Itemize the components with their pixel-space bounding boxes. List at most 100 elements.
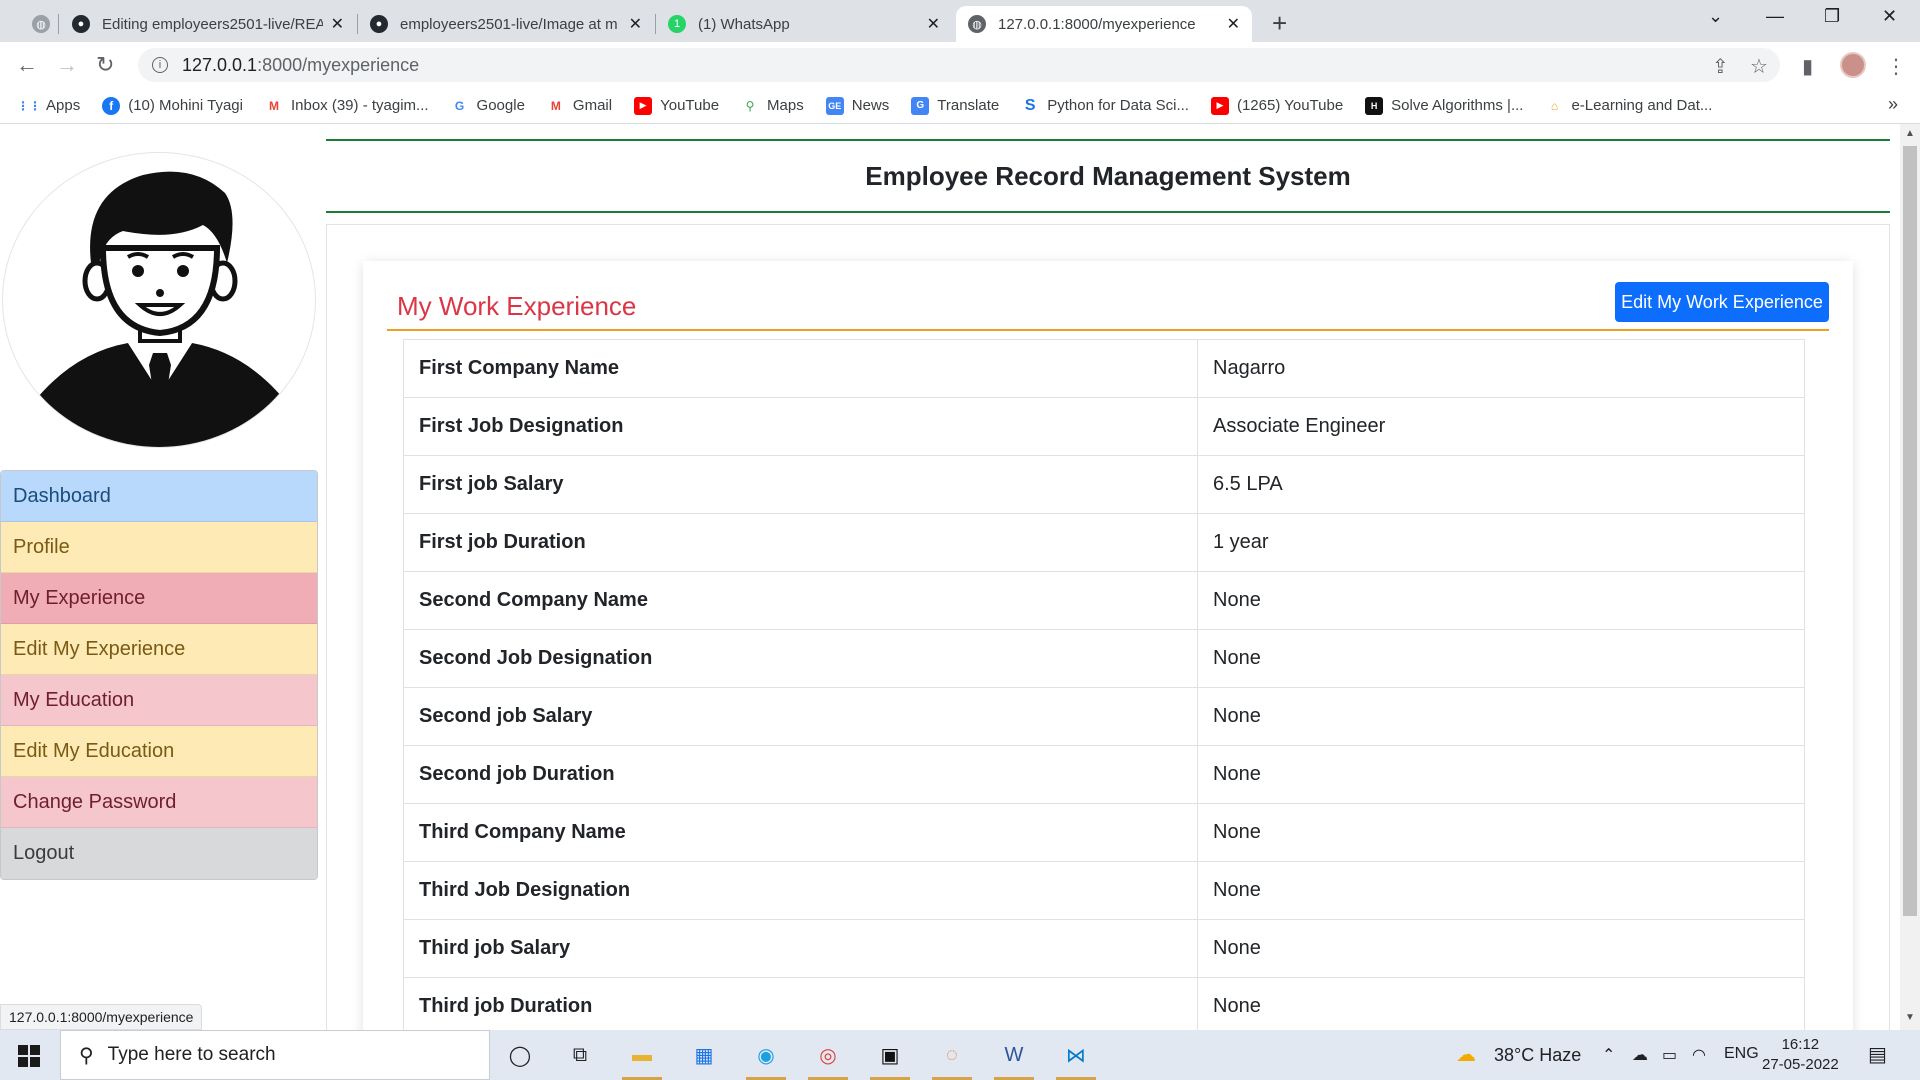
tab-pinned[interactable]: ◍ xyxy=(20,6,60,42)
language-indicator[interactable]: ENG xyxy=(1724,1045,1759,1063)
page-scrollbar[interactable]: ▲ ▼ xyxy=(1900,124,1920,1030)
bookmark-star-icon[interactable]: ☆ xyxy=(1750,54,1768,79)
globe-icon: ◍ xyxy=(32,15,50,33)
task-view-icon[interactable]: ⧉ xyxy=(564,1039,596,1071)
bookmark-label: (1265) YouTube xyxy=(1236,97,1344,114)
bookmark-item[interactable]: M Gmail xyxy=(547,97,612,115)
close-icon[interactable]: ✕ xyxy=(1227,14,1240,34)
chevron-up-icon[interactable]: ⌃ xyxy=(1602,1045,1615,1065)
bookmark-item[interactable]: ▶ YouTube xyxy=(634,96,719,115)
side-panel-icon[interactable]: ▮ xyxy=(1802,54,1813,79)
row-label: First job Duration xyxy=(403,513,1198,572)
browser-toolbar: ← → ↻ i 127.0.0.1:8000/myexperience ⇪ ☆ … xyxy=(0,42,1920,88)
apps-grid-icon: ⋮⋮ xyxy=(17,98,41,113)
weather-text[interactable]: 38°C Haze xyxy=(1494,1045,1581,1066)
forward-button[interactable]: → xyxy=(56,52,78,78)
reload-button[interactable]: ↻ xyxy=(96,52,114,78)
chevron-right-icon[interactable]: » xyxy=(1888,94,1898,115)
edit-work-experience-button[interactable]: Edit My Work Experience xyxy=(1615,282,1829,322)
table-row: Second job Duration None xyxy=(403,745,1805,804)
news-icon: GE xyxy=(825,96,844,115)
bookmark-item[interactable]: GE News xyxy=(825,96,889,115)
battery-icon[interactable]: ▭ xyxy=(1662,1045,1677,1065)
new-tab-button[interactable]: + xyxy=(1272,8,1287,39)
row-label: First job Salary xyxy=(403,455,1198,514)
sidebar-item-logout[interactable]: Logout xyxy=(1,828,317,879)
bookmark-item[interactable]: ▶ (1265) YouTube xyxy=(1210,96,1344,115)
profile-avatar[interactable] xyxy=(1840,52,1866,78)
site-info-icon[interactable]: i xyxy=(152,57,168,73)
close-icon[interactable]: ✕ xyxy=(927,14,940,34)
page-title: Employee Record Management System xyxy=(865,160,1351,191)
clock-time: 16:12 xyxy=(1781,1036,1820,1053)
sidebar-item-edit-my-education[interactable]: Edit My Education xyxy=(1,726,317,777)
bookmark-item[interactable]: G Google xyxy=(451,97,525,115)
bookmark-item[interactable]: ⚲ Maps xyxy=(741,97,804,115)
onedrive-icon[interactable]: ☁ xyxy=(1632,1045,1648,1065)
table-row: Second Job Designation None xyxy=(403,629,1805,688)
word-icon[interactable]: W xyxy=(994,1039,1034,1080)
tab-github-image[interactable]: ● employeers2501-live/Image at m ✕ xyxy=(358,6,654,42)
window-close-button[interactable]: ✕ xyxy=(1882,6,1897,27)
bookmark-item[interactable]: H Solve Algorithms |... xyxy=(1365,96,1524,115)
notification-icon[interactable]: ▤ xyxy=(1868,1042,1887,1067)
table-row: Third job Duration None xyxy=(403,977,1805,1030)
edge-icon[interactable]: ◉ xyxy=(746,1039,786,1080)
address-bar[interactable]: i 127.0.0.1:8000/myexperience xyxy=(138,48,1780,82)
bookmark-item[interactable]: M Inbox (39) - tyagim... xyxy=(265,97,429,115)
bookmark-item[interactable]: ⋮⋮ Apps xyxy=(17,97,80,115)
sidebar-item-label: Edit My Experience xyxy=(13,637,186,660)
taskbar-search-input[interactable]: ⚲ Type here to search xyxy=(60,1030,490,1080)
bookmark-label: (10) Mohini Tyagi xyxy=(128,97,243,114)
divider xyxy=(387,329,1829,331)
bookmark-label: Solve Algorithms |... xyxy=(1391,97,1524,114)
terminal-icon[interactable]: ▣ xyxy=(870,1039,910,1080)
bookmark-item[interactable]: G Translate xyxy=(911,96,999,115)
file-explorer-icon[interactable]: ▬ xyxy=(622,1039,662,1080)
sidebar-item-dashboard[interactable]: Dashboard xyxy=(1,471,317,522)
row-value: None xyxy=(1197,687,1805,746)
cortana-icon[interactable]: ◯ xyxy=(504,1039,536,1071)
sidebar-item-profile[interactable]: Profile xyxy=(1,522,317,573)
scroll-up-arrow-icon[interactable]: ▲ xyxy=(1905,128,1915,139)
bookmark-item[interactable]: S Python for Data Sci... xyxy=(1021,97,1189,115)
url-host: 127.0.0.1 xyxy=(182,54,258,75)
sidebar-item-label: Logout xyxy=(13,842,75,864)
restore-button[interactable]: ❐ xyxy=(1824,6,1840,27)
share-icon[interactable]: ⇪ xyxy=(1712,54,1729,79)
bookmark-item[interactable]: ⌂ e-Learning and Dat... xyxy=(1545,97,1713,115)
windows-start-icon[interactable] xyxy=(18,1045,40,1067)
clock[interactable]: 16:12 27-05-2022 xyxy=(1762,1035,1839,1075)
sidebar-item-my-experience[interactable]: My Experience xyxy=(1,573,317,624)
bookmark-item[interactable]: f (10) Mohini Tyagi xyxy=(102,96,243,115)
tab-editing-readme[interactable]: ● Editing employeers2501-live/REA ✕ xyxy=(60,6,356,42)
youtube-icon: ▶ xyxy=(1210,96,1229,115)
chrome-icon[interactable]: ◎ xyxy=(808,1039,848,1080)
tab-search-icon[interactable]: ⌄ xyxy=(1708,6,1723,27)
scroll-down-arrow-icon[interactable]: ▼ xyxy=(1905,1012,1915,1023)
vscode-icon[interactable]: ⋈ xyxy=(1056,1039,1096,1080)
microsoft-store-icon[interactable]: ▦ xyxy=(688,1039,720,1071)
scrollbar-thumb[interactable] xyxy=(1903,146,1917,916)
wifi-icon[interactable]: ◠ xyxy=(1692,1045,1706,1065)
github-icon: ● xyxy=(370,15,388,33)
sidebar-item-edit-my-experience[interactable]: Edit My Experience xyxy=(1,624,317,675)
row-label: Third job Duration xyxy=(403,977,1198,1030)
close-icon[interactable]: ✕ xyxy=(629,14,642,34)
row-value: None xyxy=(1197,977,1805,1030)
sidebar-item-change-password[interactable]: Change Password xyxy=(1,777,317,828)
row-value: Associate Engineer xyxy=(1197,397,1805,456)
menu-kebab-icon[interactable]: ⋮ xyxy=(1886,54,1906,79)
sidebar-item-my-education[interactable]: My Education xyxy=(1,675,317,726)
sidebar-item-label: Change Password xyxy=(13,790,177,813)
back-button[interactable]: ← xyxy=(16,52,38,78)
jupyter-icon[interactable]: ◌ xyxy=(932,1039,972,1080)
tab-whatsapp[interactable]: 1 (1) WhatsApp ✕ xyxy=(656,6,952,42)
bookmark-label: e-Learning and Dat... xyxy=(1571,97,1713,114)
search-icon: ⚲ xyxy=(79,1044,94,1067)
minimize-button[interactable]: — xyxy=(1766,6,1784,27)
tab-title: Editing employeers2501-live/REA xyxy=(102,15,323,33)
tab-myexperience[interactable]: ◍ 127.0.0.1:8000/myexperience ✕ xyxy=(956,6,1252,42)
close-icon[interactable]: ✕ xyxy=(331,14,344,34)
tab-title: employeers2501-live/Image at m xyxy=(400,15,618,33)
